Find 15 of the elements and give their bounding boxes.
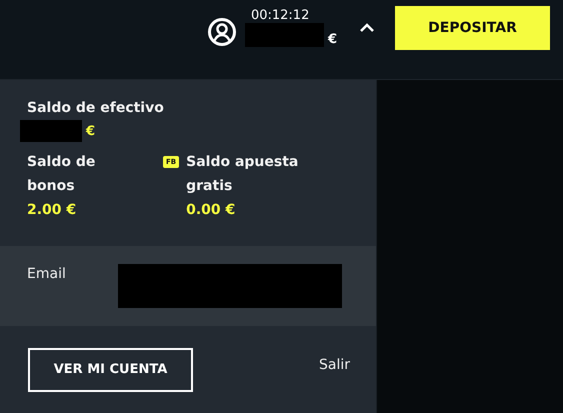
currency-symbol: € [86,124,96,138]
deposit-button[interactable]: DEPOSITAR [395,6,550,50]
logout-link[interactable]: Salir [318,356,350,372]
balance-value: 2.00 € [27,201,78,220]
balance-label: Saldo de bonos [27,153,96,196]
email-label: Email [27,266,67,282]
user-icon[interactable] [206,16,237,46]
balance-value: 0.00 € [186,201,236,220]
currency-symbol: € [328,32,337,47]
caret-icon[interactable] [359,22,375,32]
session-timer: 00:12:12 [250,8,310,23]
balance-label: Saldo apuesta gratis [186,153,299,196]
account-button[interactable]: VER MI CUENTA [28,348,193,392]
cash-balance-label: Saldo de efectivo [27,99,165,118]
redaction-bar [20,120,82,142]
